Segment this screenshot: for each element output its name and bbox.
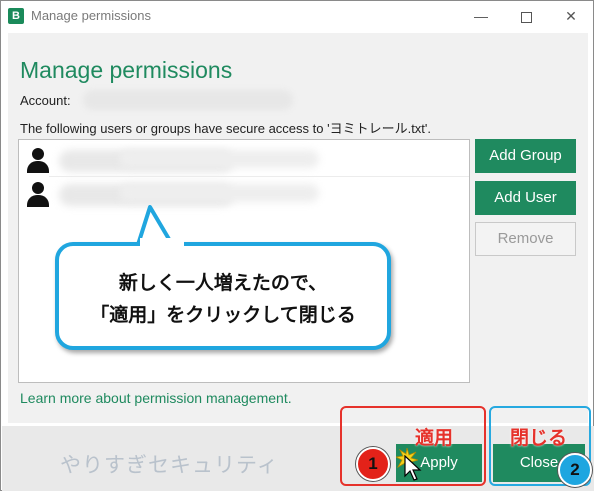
page-title: Manage permissions <box>20 57 233 83</box>
dialog-content: Manage permissions Account: The followin… <box>8 33 588 423</box>
minimize-button[interactable]: — <box>459 1 503 31</box>
mouse-cursor-icon <box>404 455 422 481</box>
redacted-account <box>83 90 293 110</box>
bubble-line-1: 新しく一人増えたので、 <box>118 273 328 294</box>
account-label: Account: <box>20 93 71 108</box>
bubble-line-2: 「適用」をクリックして閉じる <box>90 305 356 326</box>
speech-bubble <box>55 242 391 350</box>
step-2-badge: 2 <box>558 453 592 487</box>
apply-annotation-label: 適用 <box>415 428 454 449</box>
add-group-button[interactable]: Add Group <box>475 139 576 173</box>
add-user-button[interactable]: Add User <box>475 181 576 215</box>
watermark: やりすぎセキュリティ <box>60 454 279 477</box>
close-window-button[interactable]: ✕ <box>549 1 593 31</box>
user-icon <box>27 182 49 208</box>
list-item[interactable] <box>19 178 469 210</box>
close-annotation-label: 閉じる <box>510 428 568 449</box>
row-divider <box>49 176 469 177</box>
learn-more-link[interactable]: Learn more about permission management. <box>20 390 292 406</box>
list-item[interactable] <box>19 144 469 176</box>
title-bar[interactable]: B Manage permissions — ✕ <box>1 1 593 31</box>
redacted-user-detail <box>119 184 319 202</box>
remove-button[interactable]: Remove <box>475 222 576 256</box>
step-1-badge: 1 <box>356 447 390 481</box>
maximize-icon <box>520 11 532 23</box>
maximize-button[interactable] <box>504 1 548 31</box>
user-icon <box>27 148 49 174</box>
app-icon: B <box>8 8 24 24</box>
redacted-user-detail <box>119 150 319 168</box>
bubble-tail-cover <box>140 238 184 248</box>
window-title: Manage permissions <box>31 8 151 23</box>
description-text: The following users or groups have secur… <box>20 121 432 136</box>
